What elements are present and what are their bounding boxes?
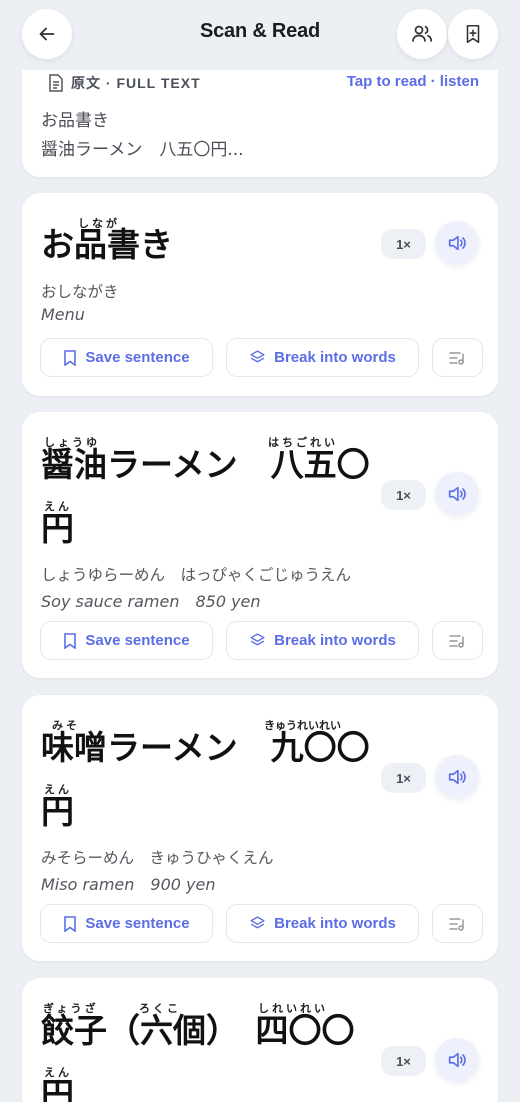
full-text-line-2: 醤油ラーメン 八五〇円...: [41, 140, 244, 160]
users-icon: [412, 25, 433, 42]
sentence-reading: おしながき: [41, 283, 119, 301]
full-text-label: 原文 · FULL TEXT: [48, 73, 201, 93]
sentence-reading: しょうゆらーめん はっぴゃくごじゅうえん: [41, 566, 352, 584]
sentence-translation: Miso ramen 900 yen: [41, 875, 216, 894]
play-audio-button[interactable]: [435, 221, 479, 265]
app-header: Scan & Read: [0, 0, 520, 70]
sentence-japanese-cont[interactable]: 円: [41, 1078, 74, 1102]
save-sentence-button[interactable]: Save sentence: [40, 621, 213, 660]
break-into-words-button[interactable]: Break into words: [226, 904, 419, 943]
full-text-line-1: お品書き: [41, 111, 109, 131]
playback-speed-button[interactable]: 1×: [381, 229, 426, 259]
save-sentence-button[interactable]: Save sentence: [40, 338, 213, 377]
layers-icon: [250, 350, 265, 363]
sentence-translation: Soy sauce ramen 850 yen: [41, 592, 261, 611]
sentence-japanese[interactable]: 餃子（六個） 四〇〇: [41, 1014, 355, 1047]
speaker-icon: [448, 1052, 466, 1068]
bookmark-icon: [64, 349, 77, 366]
sentence-japanese-cont[interactable]: 円: [41, 512, 74, 545]
bookmark-button[interactable]: [448, 9, 498, 59]
document-icon: [49, 74, 63, 92]
speaker-icon: [448, 769, 466, 785]
playback-speed-button[interactable]: 1×: [381, 763, 426, 793]
list-music-icon: [448, 634, 464, 648]
more-options-button[interactable]: [432, 338, 483, 377]
bookmark-add-icon: [466, 24, 480, 44]
people-button[interactable]: [397, 9, 447, 59]
layers-icon: [250, 633, 265, 646]
sentence-reading: みそらーめん きゅうひゃくえん: [41, 849, 274, 867]
save-sentence-button[interactable]: Save sentence: [40, 904, 213, 943]
play-audio-button[interactable]: [435, 472, 479, 516]
sentence-japanese[interactable]: 醤油ラーメン 八五〇: [41, 448, 370, 481]
bookmark-icon: [64, 632, 77, 649]
sentence-japanese-cont[interactable]: 円: [41, 795, 74, 828]
break-into-words-button[interactable]: Break into words: [226, 621, 419, 660]
speaker-icon: [448, 235, 466, 251]
speaker-icon: [448, 486, 466, 502]
playback-speed-button[interactable]: 1×: [381, 1046, 426, 1076]
list-music-icon: [448, 351, 464, 365]
more-options-button[interactable]: [432, 621, 483, 660]
sentence-japanese[interactable]: 味噌ラーメン 九〇〇: [41, 731, 370, 764]
more-options-button[interactable]: [432, 904, 483, 943]
sentence-japanese[interactable]: お品書き: [41, 228, 173, 261]
play-audio-button[interactable]: [435, 1038, 479, 1082]
sentence-translation: Menu: [41, 305, 85, 324]
bookmark-icon: [64, 915, 77, 932]
play-audio-button[interactable]: [435, 755, 479, 799]
break-into-words-button[interactable]: Break into words: [226, 338, 419, 377]
tap-to-read-link[interactable]: Tap to read · listen: [347, 73, 479, 90]
layers-icon: [250, 916, 265, 929]
list-music-icon: [448, 917, 464, 931]
playback-speed-button[interactable]: 1×: [381, 480, 426, 510]
